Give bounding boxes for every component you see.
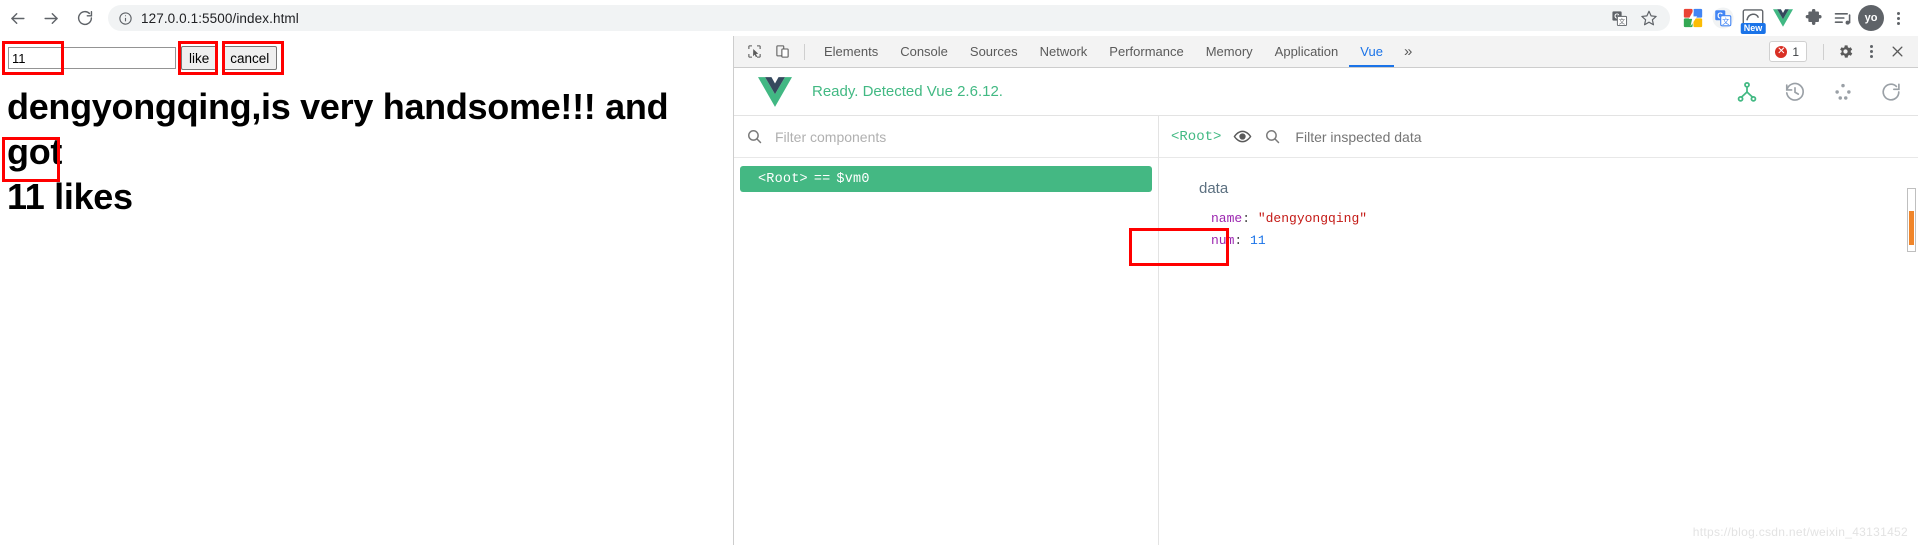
filter-inspected-data-input[interactable] — [1293, 127, 1906, 146]
close-icon[interactable] — [1884, 39, 1910, 65]
data-row-name[interactable]: name: "dengyongqing" — [1199, 209, 1918, 229]
tab-console[interactable]: Console — [889, 36, 959, 67]
page-heading-suffix: likes — [54, 176, 133, 217]
toolbar-divider — [804, 43, 805, 60]
actions-divider — [1823, 43, 1824, 60]
new-badge: New — [1740, 23, 1766, 34]
star-icon[interactable] — [1640, 9, 1658, 27]
snipaste-extension-icon[interactable]: New — [1738, 3, 1768, 34]
back-arrow-icon[interactable] — [0, 1, 34, 35]
data-key: name — [1211, 211, 1243, 226]
avatar[interactable]: yo — [1858, 5, 1884, 31]
chevron-double-right-icon[interactable]: » — [1394, 43, 1422, 60]
svg-text:文: 文 — [1619, 16, 1626, 25]
inspector-body: data name: "dengyongqing" num: 11 — [1129, 158, 1918, 545]
data-key: num — [1211, 233, 1235, 248]
like-count-input[interactable] — [8, 47, 176, 69]
refresh-icon[interactable] — [1880, 81, 1902, 103]
site-info-icon[interactable] — [118, 11, 133, 26]
data-value: "dengyongqing" — [1257, 211, 1368, 226]
tab-memory[interactable]: Memory — [1195, 36, 1264, 67]
component-instance-equals: == — [813, 171, 831, 187]
address-bar[interactable]: 127.0.0.1:5500/index.html G文 — [108, 5, 1670, 31]
filter-components-input[interactable] — [773, 127, 1146, 146]
data-value: 11 — [1250, 233, 1266, 248]
vue-inspector-pane: <Root> data name: "dengyongqing" num: 11 — [1129, 116, 1918, 545]
device-toolbar-icon[interactable] — [768, 39, 796, 65]
tab-network[interactable]: Network — [1029, 36, 1099, 67]
reload-icon[interactable] — [68, 1, 102, 35]
address-bar-url: 127.0.0.1:5500/index.html — [141, 10, 299, 26]
error-circle-icon: ✕ — [1775, 45, 1788, 58]
devtools-panel: Elements Console Sources Network Perform… — [733, 36, 1918, 545]
extensions-puzzle-icon[interactable] — [1798, 3, 1828, 33]
tab-application[interactable]: Application — [1264, 36, 1350, 67]
tab-sources[interactable]: Sources — [959, 36, 1029, 67]
inspected-component-label: <Root> — [1171, 128, 1222, 145]
kebab-menu-icon[interactable] — [1884, 11, 1912, 25]
history-clock-icon[interactable] — [1784, 81, 1806, 103]
devtools-tabbar-actions: ✕ 1 — [1769, 39, 1918, 65]
tab-vue[interactable]: Vue — [1349, 36, 1394, 67]
vue-devtools-extension-icon[interactable] — [1768, 3, 1798, 33]
like-form: like cancel — [8, 46, 278, 70]
like-button[interactable]: like — [181, 46, 218, 70]
components-tree-icon[interactable] — [1736, 81, 1758, 103]
extension-colorful-icon[interactable] — [1678, 3, 1708, 33]
forward-arrow-icon[interactable] — [34, 1, 68, 35]
component-tree: <Root> == $vm0 — [734, 158, 1158, 192]
component-instance-name: $vm0 — [836, 171, 870, 187]
vue-components-pane: <Root> == $vm0 — [734, 116, 1159, 545]
vue-panel-body: <Root> == $vm0 <Root> data — [734, 116, 1918, 545]
svg-text:文: 文 — [1722, 17, 1730, 26]
tab-elements[interactable]: Elements — [813, 36, 889, 67]
cancel-button[interactable]: cancel — [222, 46, 278, 70]
inspector-search-icon[interactable] — [1264, 128, 1281, 145]
devtools-tabbar: Elements Console Sources Network Perform… — [734, 36, 1918, 68]
error-count: 1 — [1792, 44, 1799, 59]
translate-icon[interactable]: G文 — [1611, 10, 1628, 27]
settings-dots-icon[interactable] — [1832, 81, 1854, 103]
data-row-num[interactable]: num: 11 — [1199, 231, 1918, 251]
playlist-extension-icon[interactable] — [1828, 3, 1858, 33]
extensions-toolbar: G文 New yo — [1678, 3, 1918, 34]
page-viewport: like cancel dengyongqing,is very handsom… — [0, 36, 733, 545]
page-heading: dengyongqing,is very handsome!!! and got… — [7, 84, 732, 219]
google-translate-extension-icon[interactable]: G文 — [1708, 3, 1738, 33]
search-icon — [746, 128, 763, 145]
devtools-kebab-menu-icon[interactable] — [1858, 39, 1884, 65]
component-tree-item-root[interactable]: <Root> == $vm0 — [740, 166, 1152, 192]
inspect-element-icon[interactable] — [740, 39, 768, 65]
data-group-title: data — [1199, 180, 1229, 197]
status-badge[interactable]: ✕ 1 — [1769, 41, 1807, 62]
page-heading-text: dengyongqing,is very handsome!!! and got — [7, 86, 669, 172]
eye-icon[interactable] — [1233, 127, 1252, 146]
inspector-scrollbar[interactable] — [1907, 188, 1916, 252]
scrollbar-thumb[interactable] — [1909, 211, 1914, 245]
component-tree-item-label: <Root> — [758, 171, 808, 187]
vue-logo-icon — [758, 76, 792, 107]
components-filter-bar — [734, 116, 1158, 158]
browser-toolbar: 127.0.0.1:5500/index.html G文 G文 New yo — [0, 0, 1918, 36]
gear-icon[interactable] — [1832, 39, 1858, 65]
page-heading-count: 11 — [7, 176, 45, 217]
vue-panel-header: Ready. Detected Vue 2.6.12. — [734, 68, 1918, 116]
tab-performance[interactable]: Performance — [1098, 36, 1194, 67]
watermark-text: https://blog.csdn.net/weixin_43131452 — [1692, 525, 1908, 539]
vue-status-text: Ready. Detected Vue 2.6.12. — [812, 83, 1003, 100]
inspector-header: <Root> — [1159, 116, 1918, 158]
